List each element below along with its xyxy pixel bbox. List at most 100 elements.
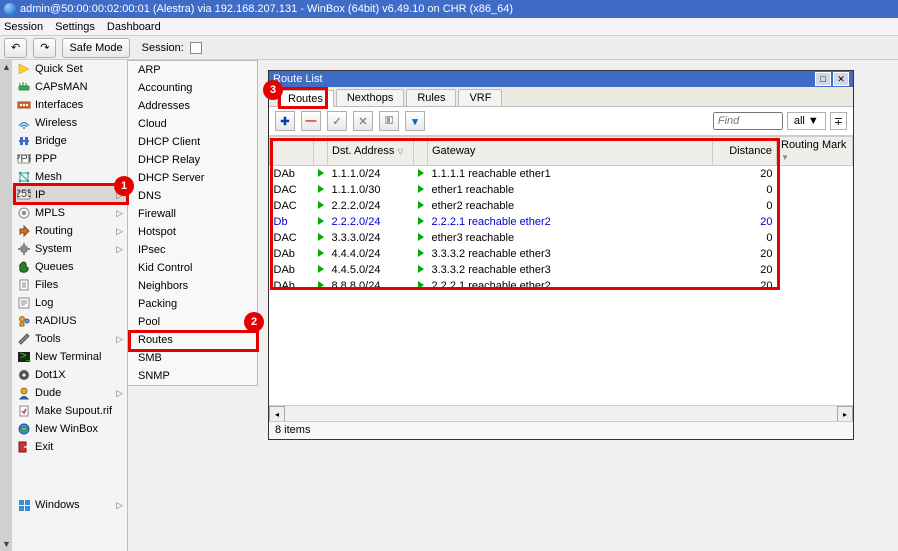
sidebar-item-bridge[interactable]: Bridge <box>12 132 127 150</box>
chevron-right-icon: ▷ <box>116 190 123 201</box>
cell-dst: 1.1.1.0/24 <box>328 166 414 182</box>
cell-routing-mark <box>777 262 853 278</box>
sidebar-item-wireless[interactable]: Wireless <box>12 114 127 132</box>
sidebar-item-new-winbox[interactable]: New WinBox <box>12 420 127 438</box>
sidebar-item-files[interactable]: Files <box>12 276 127 294</box>
col-dst[interactable]: Dst. Address ▽ <box>328 137 414 166</box>
sidebar-item-mpls[interactable]: MPLS▷ <box>12 204 127 222</box>
route-row[interactable]: DAb4.4.5.0/243.3.3.2 reachable ether320 <box>270 262 853 278</box>
submenu-item-smb[interactable]: SMB <box>128 349 257 367</box>
menu-session[interactable]: Session <box>4 21 43 33</box>
active-icon <box>418 249 424 257</box>
submenu-item-pool[interactable]: Pool <box>128 313 257 331</box>
route-window-close-button[interactable]: ✕ <box>833 72 849 86</box>
submenu-item-arp[interactable]: ARP <box>128 61 257 79</box>
col-gateway[interactable]: Gateway <box>428 137 713 166</box>
sidebar-item-radius[interactable]: RADIUS <box>12 312 127 330</box>
route-window-status: 8 items <box>269 421 853 439</box>
route-row[interactable]: DAb8.8.8.0/242.2.2.1 reachable ether220 <box>270 278 853 294</box>
sidebar-item-windows[interactable]: Windows▷ <box>12 496 127 514</box>
menu-settings[interactable]: Settings <box>55 21 95 33</box>
submenu-item-accounting[interactable]: Accounting <box>128 79 257 97</box>
sidebar-item-log[interactable]: Log <box>12 294 127 312</box>
submenu-item-firewall[interactable]: Firewall <box>128 205 257 223</box>
enable-route-button[interactable]: ✓ <box>327 111 347 131</box>
active-icon <box>418 265 424 273</box>
route-h-scrollbar[interactable]: ◂ ▸ <box>269 405 853 421</box>
submenu-item-dhcp-server[interactable]: DHCP Server <box>128 169 257 187</box>
sidebar-item-capsman[interactable]: CAPsMAN <box>12 78 127 96</box>
sidebar-item-mesh[interactable]: Mesh <box>12 168 127 186</box>
submenu-item-routes[interactable]: Routes <box>128 331 257 349</box>
sidebar-item-exit[interactable]: Exit <box>12 438 127 456</box>
sidebar-item-queues[interactable]: Queues <box>12 258 127 276</box>
active-icon <box>318 185 324 193</box>
route-row[interactable]: DAC2.2.2.0/24ether2 reachable0 <box>270 198 853 214</box>
submenu-item-packing[interactable]: Packing <box>128 295 257 313</box>
submenu-item-dns[interactable]: DNS <box>128 187 257 205</box>
undo-button[interactable]: ↶ <box>4 38 27 58</box>
submenu-item-neighbors[interactable]: Neighbors <box>128 277 257 295</box>
sidebar-item-new-terminal[interactable]: >_New Terminal <box>12 348 127 366</box>
sidebar-item-make-supout[interactable]: Make Supout.rif <box>12 402 127 420</box>
filter-overflow-button[interactable]: ∓ <box>830 112 847 130</box>
submenu-label: Packing <box>138 298 177 310</box>
submenu-item-addresses[interactable]: Addresses <box>128 97 257 115</box>
tools-icon <box>16 332 31 346</box>
sidebar-item-interfaces[interactable]: Interfaces <box>12 96 127 114</box>
side-rail-up-icon[interactable]: ▲ <box>2 62 11 72</box>
tab-rules[interactable]: Rules <box>406 89 456 106</box>
scroll-right-icon[interactable]: ▸ <box>837 406 853 421</box>
sidebar: Quick SetCAPsMANInterfacesWirelessBridge… <box>12 60 128 551</box>
submenu-item-dhcp-relay[interactable]: DHCP Relay <box>128 151 257 169</box>
submenu-item-dhcp-client[interactable]: DHCP Client <box>128 133 257 151</box>
route-row[interactable]: Db2.2.2.0/242.2.2.1 reachable ether220 <box>270 214 853 230</box>
sidebar-item-routing[interactable]: Routing▷ <box>12 222 127 240</box>
cell-tri2 <box>414 166 428 182</box>
submenu-item-ipsec[interactable]: IPsec <box>128 241 257 259</box>
tab-nexthops[interactable]: Nexthops <box>336 89 404 106</box>
col-flags[interactable] <box>270 137 314 166</box>
submenu-item-hotspot[interactable]: Hotspot <box>128 223 257 241</box>
col-distance[interactable]: Distance <box>713 137 777 166</box>
route-window-minimize-button[interactable]: □ <box>815 72 831 86</box>
submenu-item-snmp[interactable]: SNMP <box>128 367 257 385</box>
sidebar-item-ip[interactable]: 255IP▷ <box>12 186 127 204</box>
add-route-button[interactable]: ✚ <box>275 111 295 131</box>
sidebar-item-tools[interactable]: Tools▷ <box>12 330 127 348</box>
side-rail-down-icon[interactable]: ▼ <box>2 539 11 549</box>
filter-all-dropdown[interactable]: all▼ <box>787 112 826 130</box>
filter-button[interactable]: ▾ <box>405 111 425 131</box>
find-input[interactable] <box>713 112 783 130</box>
route-row[interactable]: DAb1.1.1.0/241.1.1.1 reachable ether120 <box>270 166 853 182</box>
cell-tri <box>314 278 328 294</box>
route-action-toolbar: ✚ — ✓ ✕ 🗉 ▾ all▼ ∓ <box>269 107 853 136</box>
route-row[interactable]: DAb4.4.4.0/243.3.3.2 reachable ether320 <box>270 246 853 262</box>
submenu-item-kid-control[interactable]: Kid Control <box>128 259 257 277</box>
sidebar-item-dot1x[interactable]: Dot1X <box>12 366 127 384</box>
sidebar-item-system[interactable]: System▷ <box>12 240 127 258</box>
sidebar-item-label: System <box>35 243 112 255</box>
col-routing-mark[interactable]: Routing Mark ▼ <box>777 137 853 166</box>
sidebar-item-dude[interactable]: Dude▷ <box>12 384 127 402</box>
sidebar-item-quick-set[interactable]: Quick Set <box>12 60 127 78</box>
menu-dashboard[interactable]: Dashboard <box>107 21 161 33</box>
session-checkbox[interactable] <box>190 42 202 54</box>
scroll-left-icon[interactable]: ◂ <box>269 406 285 421</box>
comment-route-button[interactable]: 🗉 <box>379 111 399 131</box>
sidebar-item-label: Queues <box>35 261 123 273</box>
route-row[interactable]: DAC1.1.1.0/30ether1 reachable0 <box>270 182 853 198</box>
sidebar-item-ppp[interactable]: PPPPPP <box>12 150 127 168</box>
remove-route-button[interactable]: — <box>301 111 321 131</box>
tab-vrf[interactable]: VRF <box>458 89 502 106</box>
tab-routes[interactable]: Routes <box>277 90 334 107</box>
submenu-item-cloud[interactable]: Cloud <box>128 115 257 133</box>
redo-button[interactable]: ↷ <box>33 38 56 58</box>
chevron-down-icon: ▼ <box>808 115 819 127</box>
route-window-titlebar[interactable]: Route List □ ✕ <box>269 71 853 87</box>
menu-bar: Session Settings Dashboard <box>0 18 898 36</box>
disable-route-button[interactable]: ✕ <box>353 111 373 131</box>
active-icon <box>418 201 424 209</box>
safe-mode-button[interactable]: Safe Mode <box>62 38 129 58</box>
route-row[interactable]: DAC3.3.3.0/24ether3 reachable0 <box>270 230 853 246</box>
